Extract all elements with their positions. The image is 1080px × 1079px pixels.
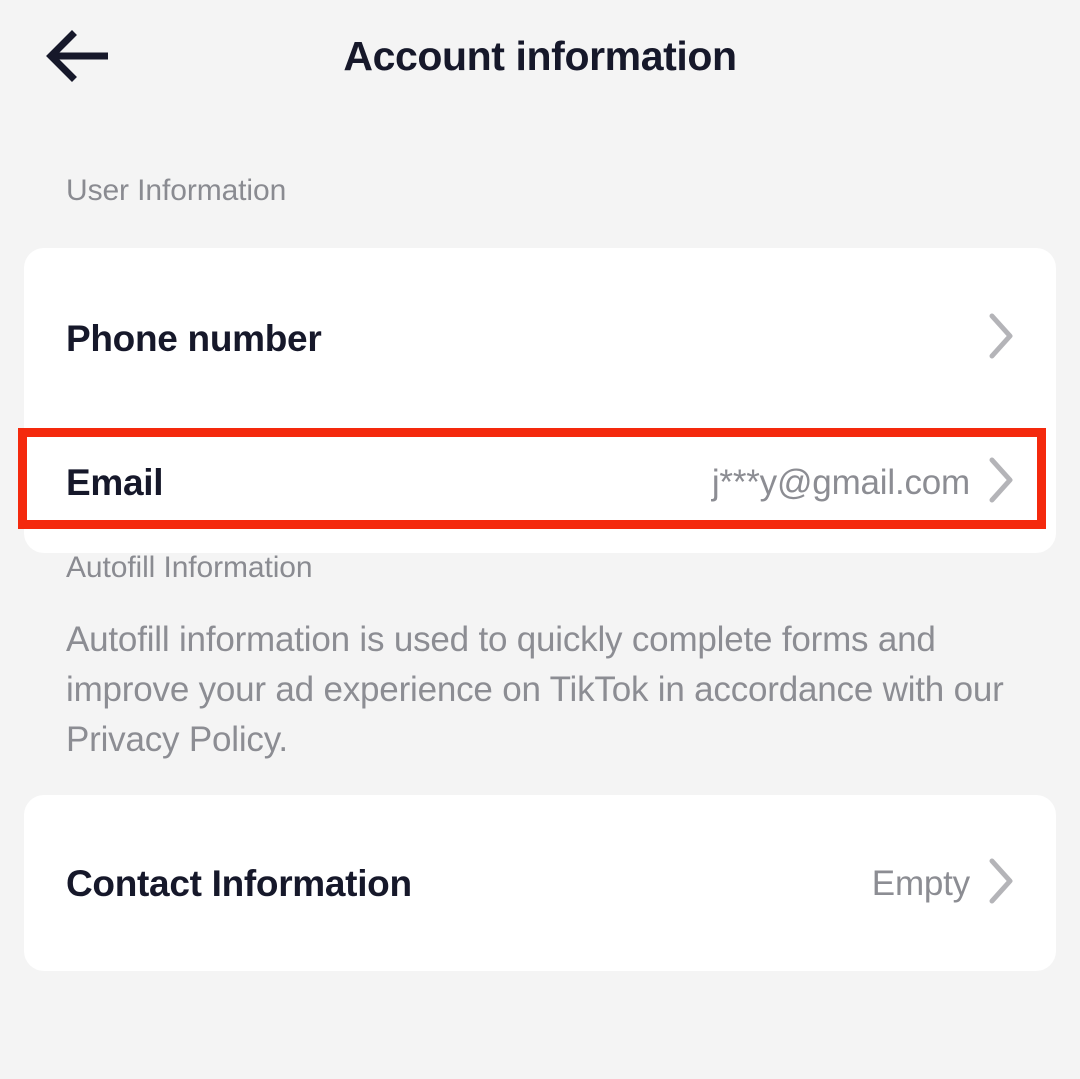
- row-phone-number[interactable]: Phone number: [24, 294, 1056, 382]
- row-right-contact-information: Empty: [872, 858, 1014, 909]
- chevron-right-icon: [988, 457, 1014, 508]
- chevron-right-icon: [988, 313, 1014, 364]
- row-email[interactable]: Email j***y@gmail.com: [24, 438, 1056, 526]
- back-button[interactable]: [34, 23, 120, 89]
- autofill-information-card: Contact Information Empty: [24, 795, 1056, 971]
- row-label-contact-information: Contact Information: [66, 862, 412, 904]
- page-title: Account information: [343, 32, 737, 79]
- user-information-card: Phone number Email j***y@gmail.com: [24, 248, 1056, 553]
- section-label-user-information: User Information: [66, 174, 287, 207]
- app-header: Account information: [0, 0, 1080, 112]
- row-label-phone-number: Phone number: [66, 317, 322, 359]
- row-right-phone-number: [970, 313, 1014, 364]
- row-value-email: j***y@gmail.com: [711, 462, 970, 502]
- chevron-right-icon: [988, 858, 1014, 909]
- autofill-description: Autofill information is used to quickly …: [66, 620, 1004, 759]
- row-contact-information[interactable]: Contact Information Empty: [24, 839, 1056, 927]
- section-label-autofill-information: Autofill Information: [66, 551, 313, 584]
- row-right-email: j***y@gmail.com: [712, 457, 1014, 508]
- row-value-contact-information: Empty: [871, 863, 970, 903]
- arrow-left-icon: [46, 30, 108, 82]
- row-label-email: Email: [66, 461, 164, 503]
